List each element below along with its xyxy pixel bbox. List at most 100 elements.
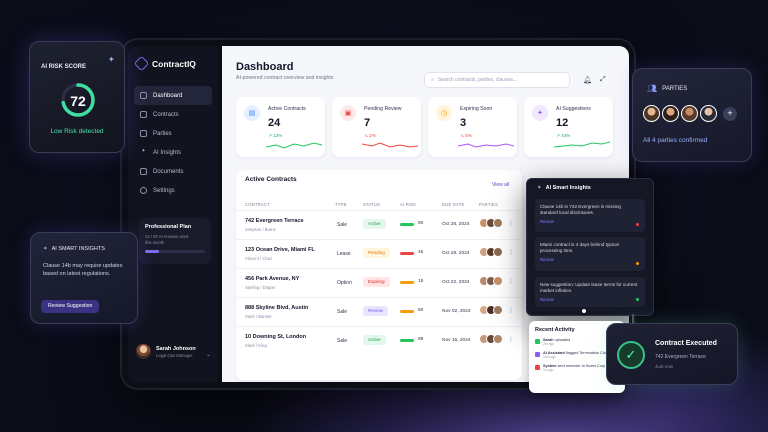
contract-executed-toast[interactable]: ✓ Contract Executed 742 Evergreen Terrac… bbox=[606, 323, 738, 385]
party-avatars bbox=[479, 218, 503, 228]
check-icon: ✓ bbox=[617, 341, 645, 369]
stat-card-pending[interactable]: ▣ Pending Review 7 ↘ 2% bbox=[332, 97, 421, 157]
status-dot bbox=[636, 223, 639, 226]
stat-delta: ↗ 12% bbox=[268, 133, 283, 138]
user-profile[interactable]: Sarah Johnson Legal Ops Manager bbox=[136, 344, 196, 359]
party-avatars bbox=[479, 276, 503, 286]
search-icon: ⌕ bbox=[431, 77, 434, 83]
col-risk: AI RISK bbox=[400, 202, 417, 207]
review-link[interactable]: Review bbox=[540, 257, 640, 262]
status-badge: Active bbox=[363, 219, 386, 229]
more-icon[interactable]: ⋮ bbox=[508, 336, 514, 343]
view-all-link[interactable]: View all bbox=[492, 182, 509, 188]
party-avatars bbox=[643, 105, 717, 122]
sidebar-item-documents[interactable]: Documents bbox=[134, 162, 212, 181]
folder-icon bbox=[140, 168, 147, 175]
sparkline bbox=[554, 141, 610, 148]
ai-risk-score-card: AI RISK SCORE ✦ 72 bbox=[29, 41, 125, 153]
risk-value: 72 bbox=[70, 93, 86, 109]
avatar bbox=[662, 105, 679, 122]
status-badge: Review bbox=[363, 306, 389, 316]
table-row[interactable]: 888 Skyline Blvd, Austin Stark / Banner … bbox=[236, 297, 522, 326]
sidebar-item-parties[interactable]: Parties bbox=[134, 124, 212, 143]
users-icon: 👥︎ bbox=[647, 84, 658, 93]
plan-card: Professional Plan 12 / 50 AI reviews use… bbox=[139, 218, 211, 264]
users-icon bbox=[140, 130, 147, 137]
sidebar-item-contracts[interactable]: Contracts bbox=[134, 105, 212, 124]
executed-time: Just now bbox=[655, 364, 674, 369]
col-parties: PARTIES bbox=[479, 202, 498, 207]
logo-icon bbox=[133, 55, 150, 72]
avatar bbox=[700, 105, 717, 122]
status-badge: Active bbox=[363, 335, 386, 345]
expand-icon[interactable]: ⤢ bbox=[600, 76, 606, 84]
parties-status: All 4 parties confirmed bbox=[643, 137, 708, 144]
review-link[interactable]: Review bbox=[540, 297, 640, 302]
insight-item[interactable]: New suggestion: Update lease terms for c… bbox=[535, 277, 645, 307]
executed-title: Contract Executed bbox=[655, 340, 717, 347]
status-dot bbox=[636, 298, 639, 301]
executed-subtitle: 742 Evergreen Terrace bbox=[655, 354, 706, 360]
connector-dot bbox=[582, 309, 586, 313]
stat-card-expiring[interactable]: ◷ Expiring Soon 3 ↘ 5% bbox=[428, 97, 517, 157]
stat-card-ai[interactable]: ✦ AI Suggestions 12 ↗ 44% bbox=[524, 97, 613, 157]
sidebar-item-settings[interactable]: Settings bbox=[134, 181, 212, 200]
sidebar-item-dashboard[interactable]: Dashboard bbox=[134, 86, 212, 105]
bell-icon[interactable]: 🔔︎ bbox=[583, 76, 592, 84]
gear-icon bbox=[140, 187, 147, 194]
page-subtitle: AI-powered contract overview and insight… bbox=[236, 75, 334, 81]
user-name: Sarah Johnson bbox=[156, 345, 196, 352]
sidebar-nav: Dashboard Contracts Parties ✦ AI Insights… bbox=[134, 86, 212, 200]
risk-bar bbox=[400, 339, 414, 342]
sidebar-item-ai-insights[interactable]: ✦ AI Insights bbox=[134, 143, 212, 162]
app-logo[interactable]: ContractIQ bbox=[133, 55, 196, 72]
more-icon[interactable]: ⋮ bbox=[508, 249, 514, 256]
ai-insight-card: ✦ AI SMART INSIGHTS Clause 14b may requir… bbox=[30, 232, 138, 324]
col-status: STATUS bbox=[363, 202, 381, 207]
search-input[interactable]: ⌕ Search contracts, parties, clauses... bbox=[424, 72, 570, 88]
sparkline bbox=[266, 142, 322, 149]
risk-bar bbox=[400, 310, 414, 313]
user-role: Legal Ops Manager bbox=[156, 352, 193, 358]
party-avatars bbox=[479, 334, 503, 344]
table-row[interactable]: 123 Ocean Drive, Miami FL Vincent / Chez… bbox=[236, 239, 522, 268]
avatar bbox=[136, 344, 151, 359]
table-row[interactable]: 456 Park Avenue, NY Sterling / Draper Op… bbox=[236, 268, 522, 297]
more-icon[interactable]: ⋮ bbox=[508, 307, 514, 314]
status-badge: Expiring bbox=[363, 277, 390, 287]
grid-icon bbox=[140, 92, 147, 99]
risk-bar bbox=[400, 223, 414, 226]
table-title: Active Contracts bbox=[245, 176, 297, 183]
review-link[interactable]: Review bbox=[540, 219, 640, 224]
sparkline bbox=[362, 142, 418, 148]
sparkle-icon: ✦ bbox=[108, 55, 115, 64]
risk-status: Low Risk detected bbox=[50, 128, 104, 135]
add-party-button[interactable]: + bbox=[723, 107, 737, 121]
stat-delta: ↗ 44% bbox=[556, 133, 571, 138]
stat-card-active[interactable]: ▤ Active Contracts 24 ↗ 12% bbox=[236, 97, 325, 157]
status-badge: Pending bbox=[363, 248, 390, 258]
insight-card-body: Clause 14b may require updates based on … bbox=[43, 263, 123, 277]
insight-card-title: ✦ AI SMART INSIGHTS bbox=[43, 246, 105, 252]
status-dot bbox=[636, 262, 639, 265]
more-icon[interactable]: ⋮ bbox=[508, 220, 514, 227]
chevron-down-icon[interactable]: ⌄ bbox=[206, 351, 211, 358]
more-icon[interactable]: ⋮ bbox=[508, 278, 514, 285]
table-row[interactable]: 742 Evergreen Terrace Simpson / Burns Sa… bbox=[236, 210, 522, 239]
insight-item[interactable]: Miami contract is 4 days behind typical … bbox=[535, 237, 645, 271]
stat-delta: ↘ 2% bbox=[364, 133, 376, 138]
sparkle-icon: ✦ bbox=[537, 185, 542, 191]
sparkline bbox=[458, 143, 514, 148]
col-due: DUE DATE bbox=[442, 202, 465, 207]
plan-progress-bar bbox=[145, 250, 205, 253]
table-row[interactable]: 10 Downing St, London Stark / King Sale … bbox=[236, 326, 522, 355]
plan-title: Professional Plan bbox=[145, 224, 192, 230]
page-title: Dashboard bbox=[236, 61, 294, 73]
avatar bbox=[643, 105, 660, 122]
sparkle-icon: ✦ bbox=[532, 105, 548, 121]
avatar bbox=[681, 105, 698, 122]
review-suggestion-button[interactable]: Review Suggestion bbox=[41, 300, 100, 313]
stat-delta: ↘ 5% bbox=[460, 133, 472, 138]
risk-bar bbox=[400, 252, 414, 255]
insight-item[interactable]: Clause 14b in 742 Evergreen is missing s… bbox=[535, 199, 645, 232]
